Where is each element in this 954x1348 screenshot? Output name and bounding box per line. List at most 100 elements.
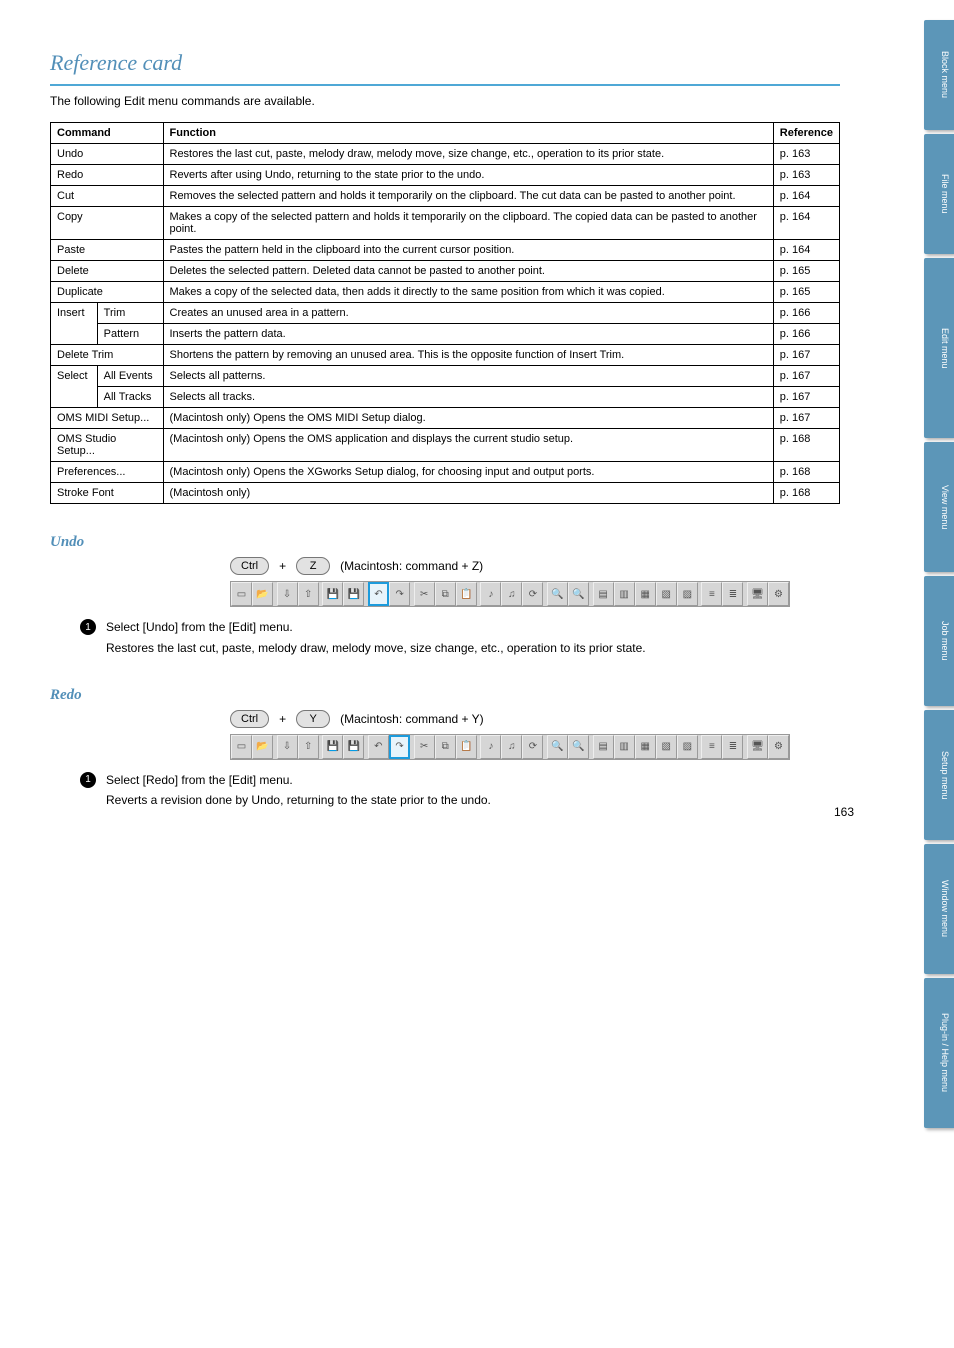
tb-save-icon[interactable]: 💾 — [322, 582, 343, 606]
tb-open-icon[interactable]: 📂 — [252, 582, 273, 606]
tb-b6-icon[interactable]: ▤ — [593, 735, 614, 759]
ref-duplicate: p. 165 — [773, 282, 839, 303]
tb-b6-icon[interactable]: ▤ — [593, 582, 614, 606]
cmd-paste: Paste — [51, 240, 164, 261]
redo-step-note: Reverts a revision done by Undo, returni… — [106, 792, 840, 809]
tb-new-icon[interactable]: ▭ — [231, 735, 252, 759]
tb-b7-icon[interactable]: ▥ — [614, 735, 635, 759]
tb-paste-icon[interactable]: 📋 — [456, 735, 477, 759]
tb-b1-icon[interactable]: ♪ — [480, 735, 501, 759]
tb-copy-icon[interactable]: ⧉ — [435, 582, 456, 606]
tb-b8-icon[interactable]: ▦ — [635, 735, 656, 759]
ref-copy: p. 164 — [773, 207, 839, 240]
tb-import-icon[interactable]: ⇩ — [277, 582, 298, 606]
redo-step-text: Select [Redo] from the [Edit] menu. — [106, 772, 293, 789]
tb-open-icon[interactable]: 📂 — [252, 735, 273, 759]
cmd-redo: Redo — [51, 165, 164, 186]
tb-b5-icon[interactable]: 🔍 — [568, 582, 589, 606]
tb-cut-icon[interactable]: ✂ — [414, 582, 435, 606]
page-title: Reference card — [50, 50, 840, 76]
fn-cut: Removes the selected pattern and holds i… — [163, 186, 773, 207]
fn-insert-trim: Creates an unused area in a pattern. — [163, 303, 773, 324]
tb-b14-icon[interactable]: ⚙ — [768, 735, 789, 759]
edit-menu-table: Command Function Reference UndoRestores … — [50, 122, 840, 504]
fn-duplicate: Makes a copy of the selected data, then … — [163, 282, 773, 303]
cmd-copy: Copy — [51, 207, 164, 240]
fn-select-all-events: Selects all patterns. — [163, 366, 773, 387]
tb-b13-icon[interactable]: 🖥 — [747, 735, 768, 759]
tb-b7-icon[interactable]: ▥ — [614, 582, 635, 606]
tb-b12-icon[interactable]: ≣ — [722, 735, 743, 759]
tb-paste-icon[interactable]: 📋 — [456, 582, 477, 606]
tb-b5-icon[interactable]: 🔍 — [568, 735, 589, 759]
tab-block-menu[interactable]: Block menu — [924, 20, 954, 130]
tb-new-icon[interactable]: ▭ — [231, 582, 252, 606]
tb-import-icon[interactable]: ⇩ — [277, 735, 298, 759]
tb-b1-icon[interactable]: ♪ — [480, 582, 501, 606]
cmd-duplicate: Duplicate — [51, 282, 164, 303]
tb-b8-icon[interactable]: ▦ — [635, 582, 656, 606]
tb-b11-icon[interactable]: ≡ — [701, 735, 722, 759]
fn-oms-midi: (Macintosh only) Opens the OMS MIDI Setu… — [163, 408, 773, 429]
ref-oms-studio: p. 168 — [773, 429, 839, 462]
tb-b2-icon[interactable]: ♫ — [501, 582, 522, 606]
ref-insert-pattern: p. 166 — [773, 324, 839, 345]
tb-b14-icon[interactable]: ⚙ — [768, 582, 789, 606]
undo-step-note: Restores the last cut, paste, melody dra… — [106, 640, 840, 657]
tb-b4-icon[interactable]: 🔍 — [547, 735, 568, 759]
tb-b2-icon[interactable]: ♫ — [501, 735, 522, 759]
undo-shortcut: Ctrl + Z (Macintosh: command + Z) — [230, 557, 840, 575]
tab-file-menu[interactable]: File menu — [924, 134, 954, 254]
tab-edit-menu[interactable]: Edit menu — [924, 258, 954, 438]
tb-redo-icon[interactable]: ↷ — [389, 582, 410, 606]
tb-redo-icon[interactable]: ↷ — [389, 735, 410, 759]
tab-job-menu[interactable]: Job menu — [924, 576, 954, 706]
tb-undo-icon[interactable]: ↶ — [368, 735, 389, 759]
tb-cut-icon[interactable]: ✂ — [414, 735, 435, 759]
cmd-preferences: Preferences... — [51, 462, 164, 483]
tb-saveas-icon[interactable]: 💾 — [343, 735, 364, 759]
tb-b9-icon[interactable]: ▧ — [656, 735, 677, 759]
undo-step-1: 1 Select [Undo] from the [Edit] menu. — [80, 619, 840, 636]
fn-stroke-font: (Macintosh only) — [163, 483, 773, 504]
tab-setup-menu[interactable]: Setup menu — [924, 710, 954, 840]
fn-select-all-tracks: Selects all tracks. — [163, 387, 773, 408]
plus-icon: + — [279, 559, 286, 573]
tb-export-icon[interactable]: ⇧ — [298, 735, 319, 759]
cmd-select-all-events: All Events — [97, 366, 163, 387]
tb-b13-icon[interactable]: 🖥 — [747, 582, 768, 606]
fn-undo: Restores the last cut, paste, melody dra… — [163, 144, 773, 165]
tb-b9-icon[interactable]: ▧ — [656, 582, 677, 606]
ref-preferences: p. 168 — [773, 462, 839, 483]
tb-save-icon[interactable]: 💾 — [322, 735, 343, 759]
tb-b3-icon[interactable]: ⟳ — [522, 735, 543, 759]
fn-insert-pattern: Inserts the pattern data. — [163, 324, 773, 345]
tb-saveas-icon[interactable]: 💾 — [343, 582, 364, 606]
undo-mac-note: (Macintosh: command + Z) — [340, 559, 483, 573]
redo-heading: Redo — [50, 687, 840, 704]
tb-undo-icon[interactable]: ↶ — [368, 582, 389, 606]
tb-b12-icon[interactable]: ≣ — [722, 582, 743, 606]
col-command: Command — [51, 123, 164, 144]
cmd-select-all-tracks: All Tracks — [97, 387, 163, 408]
tab-plugin-help-menu[interactable]: Plug-in / Help menu — [924, 978, 954, 1128]
tb-b10-icon[interactable]: ▨ — [677, 582, 698, 606]
tb-copy-icon[interactable]: ⧉ — [435, 735, 456, 759]
tb-b10-icon[interactable]: ▨ — [677, 735, 698, 759]
tab-window-menu[interactable]: Window menu — [924, 844, 954, 974]
toolbar-redo: ▭ 📂 ⇩ ⇧ 💾 💾 ↶ ↷ ✂ ⧉ 📋 ♪ ♫ ⟳ 🔍 🔍 ▤ ▥ ▦ ▧ … — [230, 734, 790, 760]
toolbar-undo: ▭ 📂 ⇩ ⇧ 💾 💾 ↶ ↷ ✂ ⧉ 📋 ♪ ♫ ⟳ 🔍 🔍 ▤ ▥ ▦ ▧ … — [230, 581, 790, 607]
cmd-insert-trim: Trim — [97, 303, 163, 324]
col-reference: Reference — [773, 123, 839, 144]
keycap-ctrl: Ctrl — [230, 710, 269, 728]
tb-b4-icon[interactable]: 🔍 — [547, 582, 568, 606]
ref-delete: p. 165 — [773, 261, 839, 282]
redo-shortcut: Ctrl + Y (Macintosh: command + Y) — [230, 710, 840, 728]
tab-view-menu[interactable]: View menu — [924, 442, 954, 572]
tb-b11-icon[interactable]: ≡ — [701, 582, 722, 606]
tb-export-icon[interactable]: ⇧ — [298, 582, 319, 606]
tb-b3-icon[interactable]: ⟳ — [522, 582, 543, 606]
page-number: 163 — [834, 805, 854, 819]
step-number-icon: 1 — [80, 619, 96, 635]
cmd-insert-pattern: Pattern — [97, 324, 163, 345]
